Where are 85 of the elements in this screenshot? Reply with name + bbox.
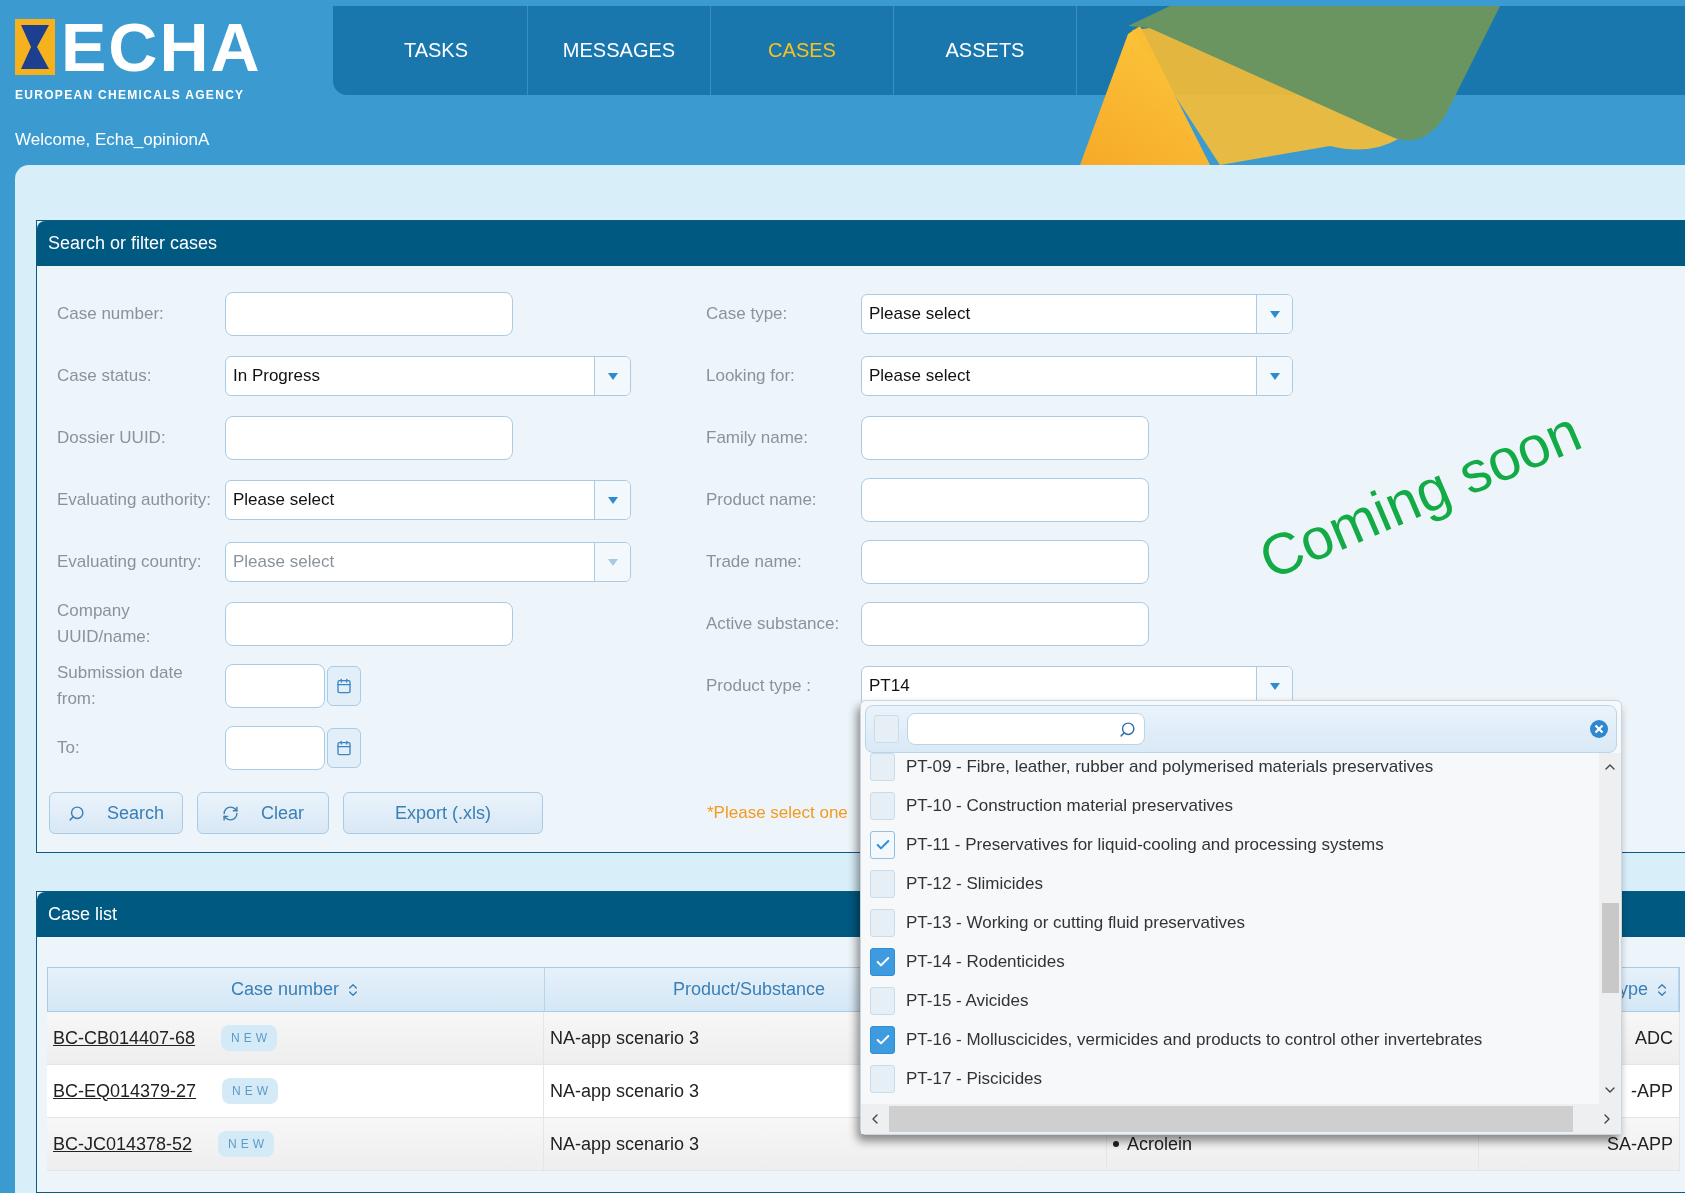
field-label: To:: [57, 737, 81, 759]
action-button[interactable]: Export (.xls): [343, 792, 543, 834]
caret-icon: [607, 558, 618, 566]
input-field[interactable]: [861, 602, 1149, 646]
field-label: Trade name:: [706, 551, 803, 573]
logo-icon: [15, 19, 55, 75]
table-cell: Acrolein: [1127, 1133, 1193, 1155]
input-field[interactable]: [225, 416, 513, 460]
caret-icon: [1269, 310, 1280, 318]
checkbox[interactable]: [870, 830, 895, 859]
field-label: Product name:: [706, 489, 818, 511]
search-field[interactable]: [907, 713, 1145, 745]
scrollbar[interactable]: [861, 1104, 1621, 1134]
case-link[interactable]: BC-CB014407-68: [53, 1027, 196, 1049]
dropdown-option[interactable]: PT-14 - Rodenticides: [870, 942, 1599, 981]
checkbox[interactable]: [870, 947, 895, 976]
refresh-icon: [222, 804, 239, 822]
input-field[interactable]: [861, 540, 1149, 584]
field-label: Case number:: [57, 303, 165, 325]
new-badge: NEW: [221, 1025, 278, 1051]
input-field[interactable]: [861, 478, 1149, 522]
calendar-icon: [336, 678, 352, 694]
column-header[interactable]: Case number: [230, 979, 340, 1000]
select-field[interactable]: Please select: [225, 480, 631, 520]
dropdown-option[interactable]: PT-17 - Piscicides: [870, 1059, 1599, 1098]
panel-title: Search or filter cases: [37, 221, 1685, 266]
date-field[interactable]: [225, 664, 325, 708]
field-label: Looking for:: [706, 365, 796, 387]
table-cell: NA-app scenario 3: [550, 1027, 700, 1049]
search-icon: [67, 804, 85, 822]
column-header[interactable]: Product/Substance: [673, 979, 826, 1000]
field-label: Case status:: [57, 365, 153, 387]
action-button[interactable]: Clear: [197, 792, 329, 834]
close-icon[interactable]: [1590, 720, 1608, 738]
input-field[interactable]: [225, 292, 513, 336]
table-cell: NA-app scenario 3: [550, 1133, 700, 1155]
field-label: Family name:: [706, 427, 810, 449]
select-field[interactable]: In Progress: [225, 356, 631, 396]
welcome-text: Welcome, Echa_opinionA: [15, 130, 211, 150]
table-cell: NA-app scenario 3: [550, 1080, 700, 1102]
checkbox[interactable]: [870, 1025, 895, 1054]
dropdown-option[interactable]: PT-09 - Fibre, leather, rubber and polymerised materials preservatives: [870, 753, 1599, 786]
scrollbar-thumb[interactable]: [1602, 903, 1619, 993]
input-field[interactable]: [861, 416, 1149, 460]
nav-tab[interactable]: MESSAGES: [528, 6, 711, 95]
scrollbar-thumb[interactable]: [889, 1106, 1573, 1132]
calendar-button[interactable]: [327, 666, 361, 706]
field-label: Evaluating country:: [57, 551, 203, 573]
field-label: Submission date from:: [57, 662, 184, 710]
new-badge: NEW: [222, 1078, 279, 1104]
logo-text: ECHA: [61, 14, 262, 80]
field-label: Company UUID/name:: [57, 600, 152, 648]
table-cell: -APP: [1631, 1080, 1673, 1102]
field-label: Active substance:: [706, 613, 841, 635]
dropdown-option[interactable]: PT-11 - Preservatives for liquid-cooling and processing systems: [870, 825, 1599, 864]
table-cell: SA-APP: [1606, 1133, 1673, 1155]
field-label: Case type:: [706, 303, 789, 325]
table-cell: ADC: [1635, 1027, 1673, 1049]
hint-text: *Please select one: [707, 803, 848, 823]
field-label: Dossier UUID:: [57, 427, 167, 449]
new-badge: NEW: [218, 1131, 275, 1157]
select-field[interactable]: Please select: [861, 356, 1293, 396]
calendar-button[interactable]: [327, 728, 361, 768]
input-field[interactable]: [225, 602, 513, 646]
select-field[interactable]: Please select: [861, 294, 1293, 334]
field-label: Product type :: [706, 675, 812, 697]
logo-subtitle: EUROPEAN CHEMICALS AGENCY: [15, 88, 246, 102]
dropdown-option[interactable]: PT-16 - Molluscicides, vermicides and products to control other invertebrates: [870, 1020, 1599, 1059]
dropdown-option[interactable]: PT-10 - Construction material preservatives: [870, 786, 1599, 825]
action-button[interactable]: Search: [49, 792, 183, 834]
caret-icon: [1269, 372, 1280, 380]
case-link[interactable]: BC-EQ014379-27: [53, 1080, 197, 1102]
calendar-icon: [336, 740, 352, 756]
nav-tab[interactable]: ASSETS: [894, 6, 1077, 95]
date-field[interactable]: [225, 726, 325, 770]
caret-icon: [1269, 682, 1280, 690]
caret-icon: [607, 372, 618, 380]
search-icon: [1119, 720, 1136, 738]
caret-icon: [607, 496, 618, 504]
bullet-icon: [1113, 1141, 1119, 1147]
scrollbar[interactable]: [1599, 753, 1621, 1104]
case-link[interactable]: BC-JC014378-52: [53, 1133, 193, 1155]
nav-tab[interactable]: TASKS: [345, 6, 528, 95]
dropdown-option[interactable]: PT-15 - Avicides: [870, 981, 1599, 1020]
field-label: Evaluating authority:: [57, 489, 213, 511]
